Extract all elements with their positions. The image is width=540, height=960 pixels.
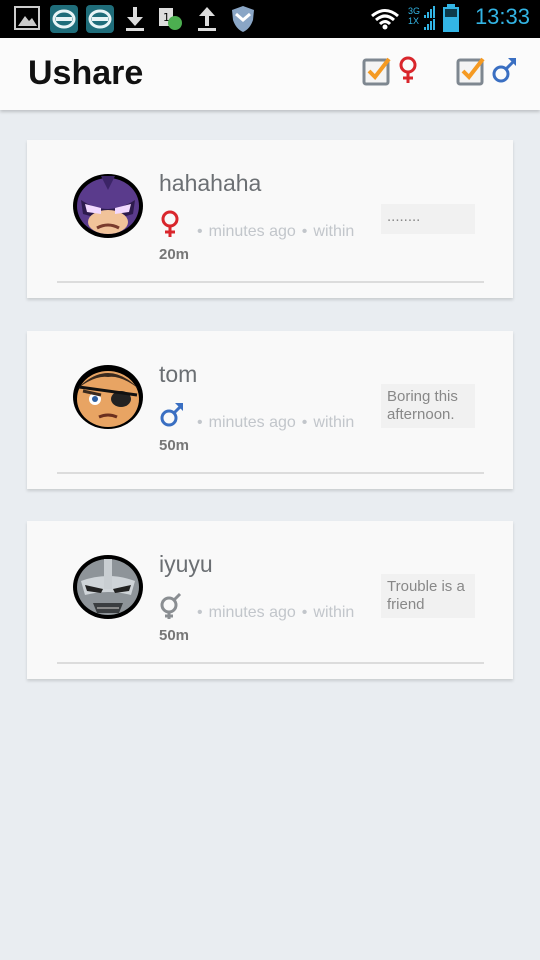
shield-icon: [232, 6, 254, 32]
female-symbol-icon: [161, 210, 179, 237]
unknown-gender-icon: [160, 592, 182, 619]
time-ago: minutes ago: [208, 223, 296, 240]
nick-fury-avatar-icon[interactable]: [71, 361, 145, 431]
male-filter-toggle[interactable]: [456, 55, 518, 86]
checkbox-checked-icon: [456, 57, 485, 86]
post-meta: • minutes ago • within: [197, 414, 355, 431]
clock: 13:33: [474, 4, 530, 29]
battery-icon: [443, 4, 459, 32]
war-machine-avatar-icon[interactable]: [71, 551, 145, 621]
signal-icon: [424, 6, 435, 30]
app-notification-icon: [86, 5, 114, 33]
app-notification-icon: [50, 5, 78, 33]
username: iyuyu: [159, 551, 213, 577]
status-message: Boring this afternoon.: [381, 384, 475, 428]
post-card[interactable]: hahahaha • minutes ago • within 20m .......…: [27, 140, 513, 298]
checkbox-checked-icon: [362, 57, 391, 86]
post-card[interactable]: tom • minutes ago • within 50m Boring this …: [27, 331, 513, 489]
divider: [57, 662, 484, 664]
app-title: Ushare: [28, 54, 144, 92]
status-bar: 1 3G 1X 13:33: [0, 0, 540, 38]
within-label: within: [313, 604, 355, 621]
post-meta: • minutes ago • within: [197, 604, 355, 621]
time-ago: minutes ago: [208, 604, 296, 621]
male-symbol-icon: [160, 403, 183, 427]
hawkeye-avatar-icon[interactable]: [71, 170, 145, 240]
within-label: within: [313, 223, 355, 240]
distance: 20m: [159, 246, 190, 263]
divider: [57, 472, 484, 474]
distance: 50m: [159, 437, 190, 454]
network-indicator: 3G 1X: [408, 6, 421, 26]
distance: 50m: [159, 627, 190, 644]
username: tom: [159, 361, 198, 387]
divider: [57, 281, 484, 283]
username: hahahaha: [159, 170, 262, 196]
status-message: Trouble is a friend: [381, 574, 475, 618]
wifi-icon: [371, 9, 399, 30]
action-bar: Ushare: [0, 38, 540, 110]
within-label: within: [313, 414, 355, 431]
status-message: ........: [381, 204, 475, 234]
post-meta: • minutes ago • within: [197, 223, 355, 240]
gallery-icon: [14, 6, 40, 30]
download-icon: [126, 7, 144, 31]
female-symbol-icon: [399, 56, 417, 83]
female-filter-toggle[interactable]: [362, 55, 420, 86]
sync-icon: 1: [159, 8, 182, 30]
male-symbol-icon: [492, 58, 516, 83]
upload-icon: [198, 7, 216, 31]
post-card[interactable]: iyuyu • minutes ago • within 50m Trouble is…: [27, 521, 513, 679]
time-ago: minutes ago: [208, 414, 296, 431]
